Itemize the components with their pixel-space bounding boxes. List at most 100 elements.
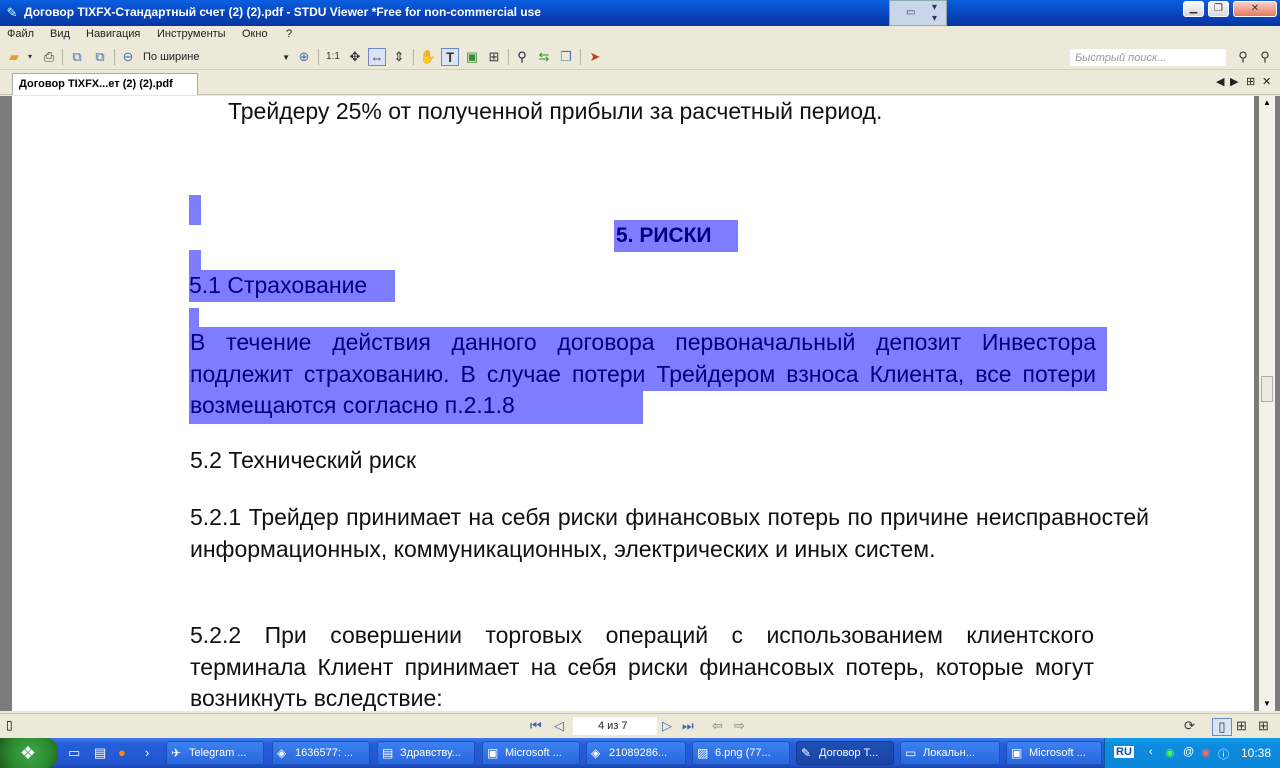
menu-tools[interactable]: Инструменты <box>157 28 226 40</box>
actual-size-button[interactable]: 1:1 <box>324 48 342 66</box>
menu-navigation[interactable]: Навигация <box>86 28 140 40</box>
menu-file[interactable]: Файл <box>7 28 34 40</box>
selection-mark <box>189 195 201 225</box>
app-window: ✎ Договор TIXFX-Стандартный счет (2) (2)… <box>0 0 1280 738</box>
search-options-icon[interactable]: ⚲ <box>1256 48 1274 66</box>
quick-search-input[interactable]: Быстрый поиск... <box>1070 49 1226 66</box>
chevron-down-icon: ▾ <box>932 13 938 24</box>
menu-view[interactable]: Вид <box>50 28 70 40</box>
find-icon[interactable]: ⚲ <box>513 48 531 66</box>
hand-tool-icon[interactable]: ✋ <box>419 48 437 66</box>
task-microsoft-1[interactable]: ▣ Microsoft ... <box>482 741 580 765</box>
chevron-down-icon[interactable]: ▾ <box>24 48 36 66</box>
language-indicator[interactable]: RU <box>1114 746 1134 758</box>
search-binoculars-icon[interactable]: ⚲ <box>1234 48 1252 66</box>
firefox-icon[interactable]: ● <box>118 745 126 760</box>
open-folder-icon[interactable]: ▰ <box>5 48 23 66</box>
bookmark-icon[interactable]: ➤ <box>586 48 604 66</box>
info-icon[interactable]: ⓘ <box>1218 746 1229 762</box>
show-desktop-icon[interactable]: ▭ <box>68 745 80 761</box>
document-icon: ▤ <box>382 746 394 760</box>
scroll-down-icon[interactable]: ▼ <box>1263 699 1271 708</box>
last-page-icon[interactable]: ⏭ <box>682 718 694 734</box>
page-number-input[interactable]: 4 из 7 <box>573 717 657 735</box>
back-icon[interactable]: ⇦ <box>712 718 723 734</box>
zoom-select[interactable]: По ширине ▼ <box>140 49 292 66</box>
telegram-icon: ✈ <box>171 746 182 760</box>
rotate-icon[interactable]: ⟳ <box>1184 718 1195 734</box>
scrollbar-thumb[interactable] <box>1261 376 1273 402</box>
subheading-insurance: 5.1 Страхование <box>189 270 395 302</box>
mail-icon[interactable]: @ <box>1183 746 1194 758</box>
first-page-icon[interactable]: ⏮ <box>530 718 542 734</box>
next-page-icon[interactable]: ▷ <box>662 718 672 734</box>
image-select-icon[interactable]: ▣ <box>463 48 481 66</box>
tab-document[interactable]: Договор TIXFX...ет (2) (2).pdf <box>12 73 198 95</box>
pdf-page[interactable]: Трейдеру 25% от полученной прибыли за ра… <box>12 96 1254 711</box>
tab-scroll-right-icon[interactable]: ▶ <box>1230 75 1238 88</box>
paragraph-5-2-1: 5.2.1 Трейдер принимает на себя риски фи… <box>190 504 1149 562</box>
selection-mark <box>189 250 201 270</box>
close-button[interactable]: ✕ <box>1233 1 1277 17</box>
language-bar[interactable]: ▭ ▾ ▾ <box>889 0 947 26</box>
menu-window[interactable]: Окно <box>242 28 268 40</box>
sidebar-toggle-icon[interactable]: ▯ <box>6 718 13 732</box>
text-select-icon[interactable]: 𝐓 <box>441 48 459 66</box>
tab-close-icon[interactable]: ✕ <box>1262 75 1271 88</box>
network-icon[interactable]: ◉ <box>1165 746 1175 759</box>
print-icon[interactable]: ⎙ <box>40 48 58 66</box>
tab-scroll-left-icon[interactable]: ◀ <box>1216 75 1224 88</box>
fit-height-icon[interactable]: ⇕ <box>390 48 408 66</box>
start-button[interactable]: ❖ <box>0 738 58 768</box>
copy-icon[interactable]: ❐ <box>557 48 575 66</box>
task-telegram[interactable]: ✈ Telegram ... <box>166 741 264 765</box>
stdu-icon: ✎ <box>801 746 812 760</box>
menu-help[interactable]: ? <box>286 28 292 40</box>
language-bar-icon: ▭ <box>906 7 916 18</box>
scroll-up-icon[interactable]: ▲ <box>1263 98 1271 107</box>
selection-mark <box>189 308 199 328</box>
single-page-view-icon[interactable]: ▯ <box>1212 718 1232 736</box>
maximize-button[interactable]: ❐ <box>1208 1 1229 17</box>
task-image[interactable]: ▨ 6.png (77... <box>692 741 790 765</box>
task-browser-2[interactable]: ◈ 21089286... <box>586 741 686 765</box>
forward-icon[interactable]: ⇨ <box>734 718 745 734</box>
antivirus-icon[interactable]: ◉ <box>1201 746 1211 759</box>
snapshot-icon[interactable]: ⊞ <box>485 48 503 66</box>
task-local-disk[interactable]: ▭ Локальн... <box>900 741 1000 765</box>
zoom-out-icon[interactable]: ⊖ <box>119 48 137 66</box>
drive-icon: ▭ <box>905 746 917 760</box>
task-browser[interactable]: ◈ 1636577: ... <box>272 741 370 765</box>
document-viewer[interactable]: Трейдеру 25% от полученной прибыли за ра… <box>0 96 1280 711</box>
export-image-icon[interactable]: ⧉ <box>91 48 109 66</box>
fit-page-icon[interactable]: ✥ <box>346 48 364 66</box>
task-stdu-viewer[interactable]: ✎ Договор Т... <box>796 741 894 765</box>
status-bar: ▯ ⏮ ◁ 4 из 7 ▷ ⏭ ⇦ ⇨ ⟳ ▯ ⊞ ⊞ <box>0 713 1280 738</box>
paragraph-insurance: В течение действия данного договора перв… <box>190 329 1096 418</box>
app-icon[interactable]: ✎ <box>4 5 20 21</box>
tab-list-icon[interactable]: ⊞ <box>1246 75 1255 88</box>
title-bar[interactable]: ✎ Договор TIXFX-Стандартный счет (2) (2)… <box>0 0 1280 26</box>
fit-width-icon[interactable]: ⇔ <box>368 48 386 66</box>
find-replace-icon[interactable]: ⇆ <box>535 48 553 66</box>
system-tray: RU ‹ ◉ @ ◉ ⓘ 10:38 <box>1104 738 1280 768</box>
toolbar: ▰ ▾ ⎙ ⧉ ⧉ ⊖ По ширине ▼ ⊕ 1:1 ✥ ⇔ ⇕ ✋ 𝐓 ▣… <box>0 45 1280 70</box>
office-icon: ▣ <box>487 746 499 760</box>
two-page-view-icon[interactable]: ⊞ <box>1236 718 1247 734</box>
tray-expand-icon[interactable]: ‹ <box>1149 746 1153 758</box>
prev-page-icon[interactable]: ◁ <box>554 718 564 734</box>
vertical-scrollbar[interactable]: ▲ ▼ <box>1259 96 1275 711</box>
notes-icon[interactable]: ▤ <box>94 745 106 761</box>
subheading-technical-risk: 5.2 Технический риск <box>190 447 417 473</box>
menu-bar: Файл Вид Навигация Инструменты Окно ? <box>0 26 1280 45</box>
export-text-icon[interactable]: ⧉ <box>68 48 86 66</box>
task-word-doc[interactable]: ▤ Здравству... <box>377 741 475 765</box>
zoom-in-icon[interactable]: ⊕ <box>295 48 313 66</box>
quicklaunch-more-icon[interactable]: › <box>145 745 149 760</box>
task-microsoft-2[interactable]: ▣ Microsoft ... <box>1006 741 1102 765</box>
minimize-button[interactable]: ▁ <box>1183 1 1204 17</box>
taskbar: ❖ ▭ ▤ ● › ✈ Telegram ... ◈ 1636577: ... ▤ З… <box>0 738 1280 768</box>
grid-view-icon[interactable]: ⊞ <box>1258 718 1269 734</box>
clock: 10:38 <box>1241 746 1272 760</box>
chevron-down-icon: ▼ <box>282 53 290 62</box>
